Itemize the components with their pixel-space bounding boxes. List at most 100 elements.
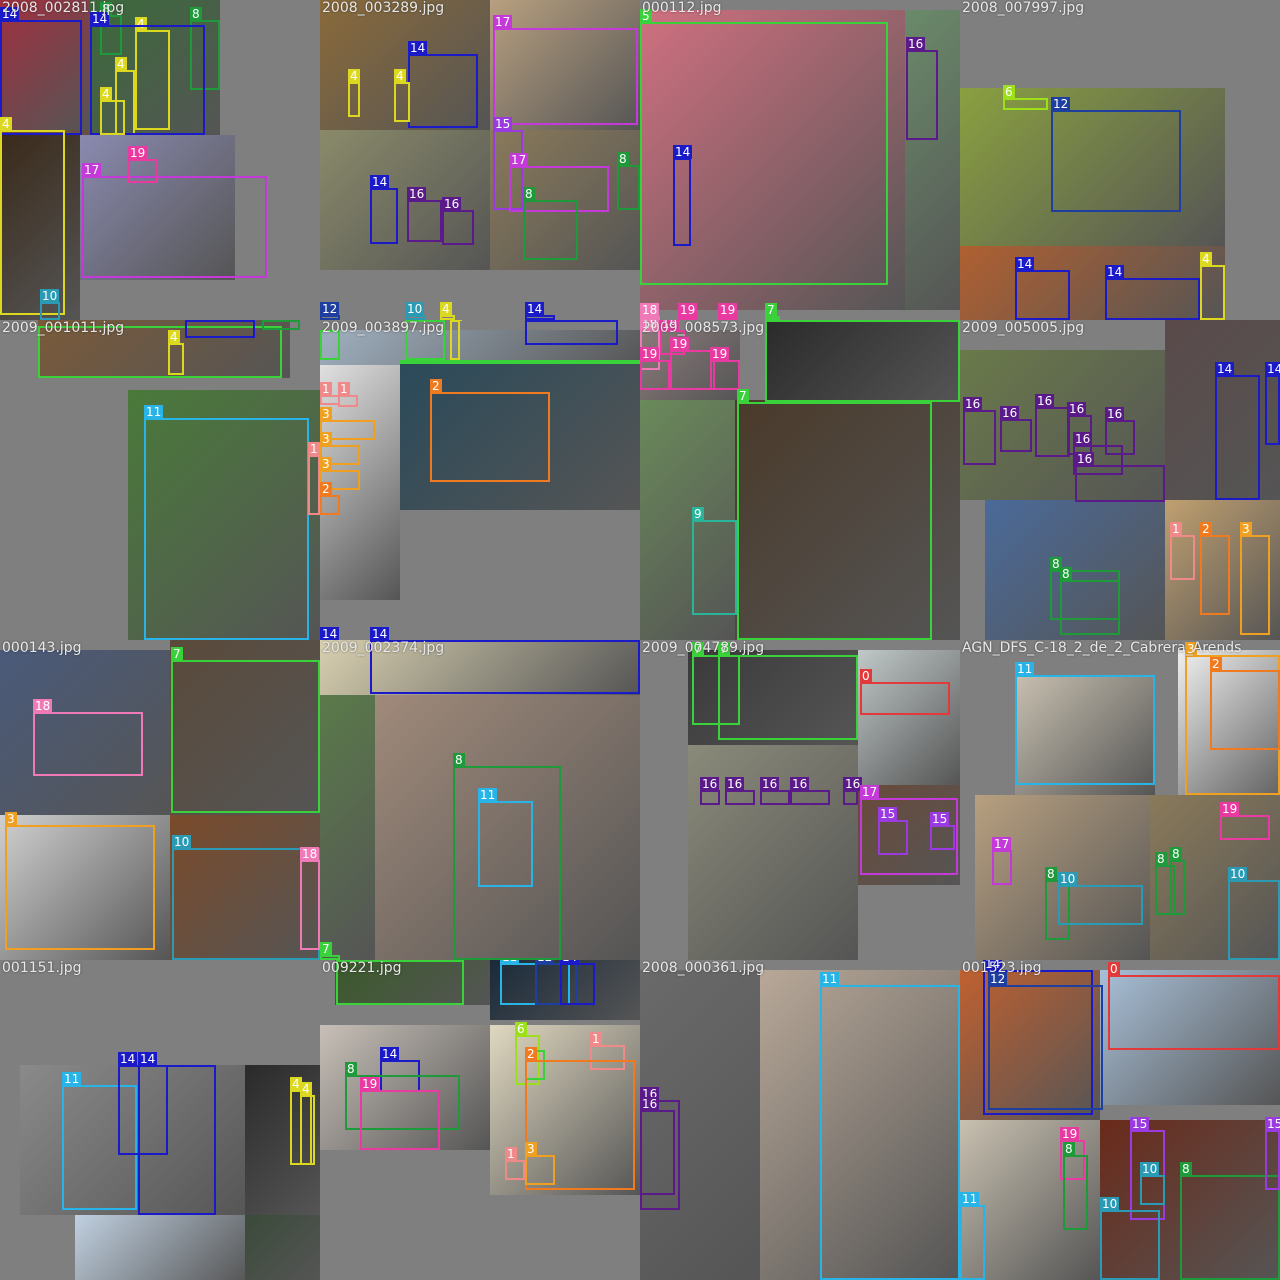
- bounding-box: 16: [442, 197, 474, 245]
- bounding-box: [400, 360, 640, 364]
- mosaic-tile: 14 12 0 19 8 15 10 8 10 11 15 001523.jpg: [960, 960, 1280, 1280]
- class-label: 17: [493, 15, 513, 29]
- mosaic-tile: 6 12 14 14 4 2008_007997.jpg: [960, 0, 1280, 320]
- class-label: 18: [300, 847, 320, 861]
- class-label: 14: [673, 145, 693, 159]
- class-label: 14: [118, 1052, 138, 1066]
- class-label: 16: [640, 1097, 660, 1111]
- class-label: 14: [560, 960, 580, 964]
- tile-filename: 2009_008573.jpg: [642, 320, 765, 336]
- class-label: 1: [1170, 522, 1182, 536]
- bounding-box: 14: [673, 145, 693, 246]
- class-label: 4: [168, 330, 180, 344]
- bounding-box: 4: [348, 69, 360, 117]
- bounding-box: 12: [1051, 97, 1181, 212]
- bounding-box: 8: [617, 152, 640, 210]
- mosaic-tile: 16 16 11 2008_000361.jpg: [640, 960, 960, 1280]
- tile-filename: 2009_003897.jpg: [322, 320, 445, 336]
- bounding-box: 15: [1265, 1117, 1280, 1190]
- bounding-box: 1: [1170, 522, 1195, 580]
- bounding-box: 8: [523, 187, 578, 260]
- tile-filename: 2009_005005.jpg: [962, 320, 1085, 336]
- bounding-box: 14: [560, 960, 595, 1005]
- class-label: 14: [1265, 362, 1280, 376]
- bounding-box: 17: [992, 837, 1012, 885]
- bounding-box: 2: [320, 482, 340, 515]
- bounding-box: 8: [1060, 567, 1120, 635]
- class-label: 14: [1015, 257, 1035, 271]
- photo-region: [320, 130, 490, 270]
- mosaic-tile: 1481172009_002374.jpg: [320, 640, 640, 960]
- bounding-box: 14: [1265, 362, 1280, 445]
- class-label: 15: [878, 807, 898, 821]
- mosaic-tile: 14 8 8 4 4 14 4 4 17 19 10 2008_002811.jpg: [0, 0, 320, 320]
- class-label: 19: [718, 303, 738, 317]
- class-label: 16: [906, 37, 926, 51]
- class-label: 3: [1240, 522, 1252, 536]
- class-label: 16: [1035, 394, 1055, 408]
- class-label: 19: [678, 303, 698, 317]
- class-label: 18: [640, 303, 660, 317]
- class-label: 7: [765, 320, 777, 321]
- bounding-box: 2: [1210, 657, 1280, 750]
- class-label: 14: [525, 302, 545, 316]
- mosaic-tile: 16 16 16 16 16 16 16 14 14 1 2 3 8 8 2009_005005.jpg: [960, 320, 1280, 640]
- bounding-box: 19: [670, 337, 715, 390]
- bounding-box: 10: [1100, 1197, 1160, 1280]
- bounding-box: 4: [1200, 252, 1225, 320]
- class-label: 15: [1130, 1117, 1150, 1131]
- bounding-box: 8: [1180, 1162, 1280, 1280]
- class-label: 14: [320, 627, 340, 640]
- bounding-box: 3: [525, 1142, 555, 1185]
- bounding-box: 11: [960, 1192, 985, 1280]
- bounding-box: 16: [843, 777, 863, 805]
- mosaic-tile: 41481112009_001011.jpg: [0, 320, 320, 640]
- bounding-box: 16: [760, 777, 790, 805]
- bounding-box: 11: [144, 405, 309, 640]
- class-label: 4: [348, 69, 360, 83]
- tile-filename: 2008_002811.jpg: [2, 0, 125, 16]
- bounding-box: 14: [1105, 265, 1200, 320]
- class-label: 16: [700, 777, 720, 791]
- class-label: 6: [1003, 85, 1015, 99]
- class-label: 11: [478, 788, 498, 802]
- class-label: 17: [860, 785, 880, 799]
- bounding-box: 4: [300, 1082, 315, 1165]
- bounding-box: 4: [450, 320, 462, 360]
- class-label: 4: [394, 69, 406, 83]
- bounding-box: 7: [718, 642, 858, 740]
- bounding-box: 4: [394, 69, 410, 122]
- class-label: 8: [523, 187, 535, 201]
- bounding-box: 7: [737, 389, 932, 640]
- bounding-box: 16: [1075, 452, 1165, 502]
- bounding-box: 16: [1000, 406, 1032, 452]
- class-label: 19: [128, 146, 148, 160]
- mosaic-tile: 18191919197792009_008573.jpg: [640, 320, 960, 640]
- class-label: 14: [185, 320, 205, 321]
- class-label: 1: [338, 382, 350, 396]
- class-label: 11: [960, 1192, 980, 1206]
- bounding-box: 11: [1015, 662, 1155, 785]
- class-label: 3: [320, 407, 332, 421]
- class-label: 1: [320, 382, 332, 396]
- class-label: 12: [535, 960, 555, 964]
- class-label: 12: [320, 302, 340, 316]
- class-label: 3: [320, 457, 332, 471]
- mosaic-tile: 414211333214142009_003897.jpg: [320, 320, 640, 640]
- class-label: 17: [509, 153, 529, 167]
- class-label: 10: [172, 835, 192, 849]
- bounding-box: 19: [640, 347, 670, 390]
- mosaic-tile: 71112141481961213009221.jpg: [320, 960, 640, 1280]
- mosaic-tile: 7 7 0 16 16 16 16 16 17 15 15 2009_004789.jpg: [640, 640, 960, 960]
- mosaic-tile: 5 16 14 18 19 19 7 000112.jpg: [640, 0, 960, 320]
- class-label: 8: [1180, 1162, 1192, 1176]
- bounding-box: 1: [505, 1147, 525, 1180]
- tile-filename: 2009_002374.jpg: [322, 640, 445, 656]
- bounding-box: 3: [1240, 522, 1270, 635]
- photo-region: [320, 695, 375, 960]
- tile-filename: 2008_007997.jpg: [962, 0, 1085, 16]
- mosaic-tile: 11 3 2 19 17 8 10 8 8 10 AGN_DFS_C-18_2_de_2_Cabre…: [960, 640, 1280, 960]
- bounding-box: 17: [82, 163, 267, 278]
- mosaic-tile: 11 14 14 4 4 001151.jpg: [0, 960, 320, 1280]
- bounding-box: 7: [765, 320, 960, 402]
